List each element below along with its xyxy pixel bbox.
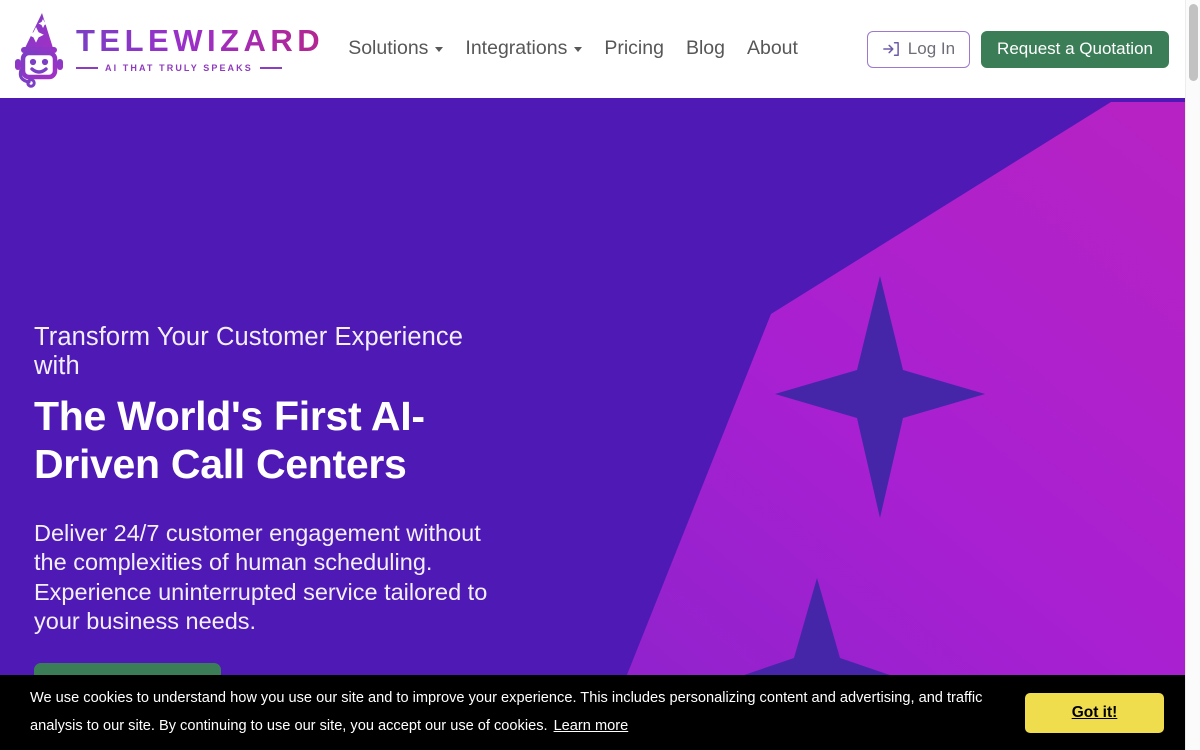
hero-subtitle: Deliver 24/7 customer engagement without… <box>34 520 488 634</box>
nav-item-solutions[interactable]: Solutions <box>348 37 444 60</box>
hero-title: The World's First AI-Driven Call Centers <box>34 393 425 488</box>
nav-label-about: About <box>746 37 798 60</box>
cookie-consent-banner: We use cookies to understand how you use… <box>0 675 1200 750</box>
logo-rule-left <box>76 67 98 69</box>
page-scrollbar-thumb[interactable] <box>1189 4 1198 81</box>
login-button[interactable]: Log In <box>866 30 971 68</box>
page-scrollbar[interactable] <box>1185 0 1200 750</box>
logo-rule-right <box>259 67 282 69</box>
login-arrow-icon <box>882 41 900 57</box>
nav-label-blog: Blog <box>685 37 725 60</box>
nav-item-integrations[interactable]: Integrations <box>465 37 583 60</box>
cookie-accept-label: Got it! <box>1071 703 1118 721</box>
nav-label-pricing: Pricing <box>604 37 664 60</box>
chevron-down-icon <box>435 46 444 52</box>
request-quotation-label: Request a Quotation <box>997 39 1153 58</box>
nav-item-blog[interactable]: Blog <box>686 39 725 59</box>
page-root: TELEWIZARD AI THAT TRULY SPEAKS Solution… <box>0 0 1185 750</box>
primary-nav: Solutions Integrations Pricing Blog Abou… <box>348 39 867 59</box>
site-header: TELEWIZARD AI THAT TRULY SPEAKS Solution… <box>0 0 1185 98</box>
logo-tagline: AI THAT TRULY SPEAKS <box>105 63 253 73</box>
hero-section: Transform Your Customer Experience with … <box>0 98 1185 750</box>
logo-wordmark-block: TELEWIZARD AI THAT TRULY SPEAKS <box>76 18 324 80</box>
wizard-robot-logo-icon <box>12 10 70 88</box>
cookie-message-text: We use cookies to understand how you use… <box>30 689 983 734</box>
header-actions: Log In Request a Quotation <box>866 30 1169 68</box>
nav-label-solutions: Solutions <box>348 37 429 60</box>
site-logo[interactable]: TELEWIZARD AI THAT TRULY SPEAKS <box>12 10 324 88</box>
login-button-label: Log In <box>907 39 956 58</box>
nav-item-about[interactable]: About <box>747 39 798 59</box>
hero-wizard-hat-graphic <box>565 98 1185 750</box>
cookie-message: We use cookies to understand how you use… <box>30 685 1007 740</box>
request-quotation-button[interactable]: Request a Quotation <box>981 30 1169 68</box>
cookie-learn-more-link[interactable]: Learn more <box>554 718 629 734</box>
logo-wordmark: TELEWIZARD <box>76 23 325 58</box>
hero-copy: Transform Your Customer Experience with … <box>34 323 504 710</box>
nav-label-integrations: Integrations <box>465 37 568 60</box>
cookie-accept-button[interactable]: Got it! <box>1025 692 1164 733</box>
chevron-down-icon <box>574 46 583 52</box>
logo-tagline-row: AI THAT TRULY SPEAKS <box>76 63 324 73</box>
nav-item-pricing[interactable]: Pricing <box>604 39 664 59</box>
hero-eyebrow: Transform Your Customer Experience with <box>34 323 464 381</box>
